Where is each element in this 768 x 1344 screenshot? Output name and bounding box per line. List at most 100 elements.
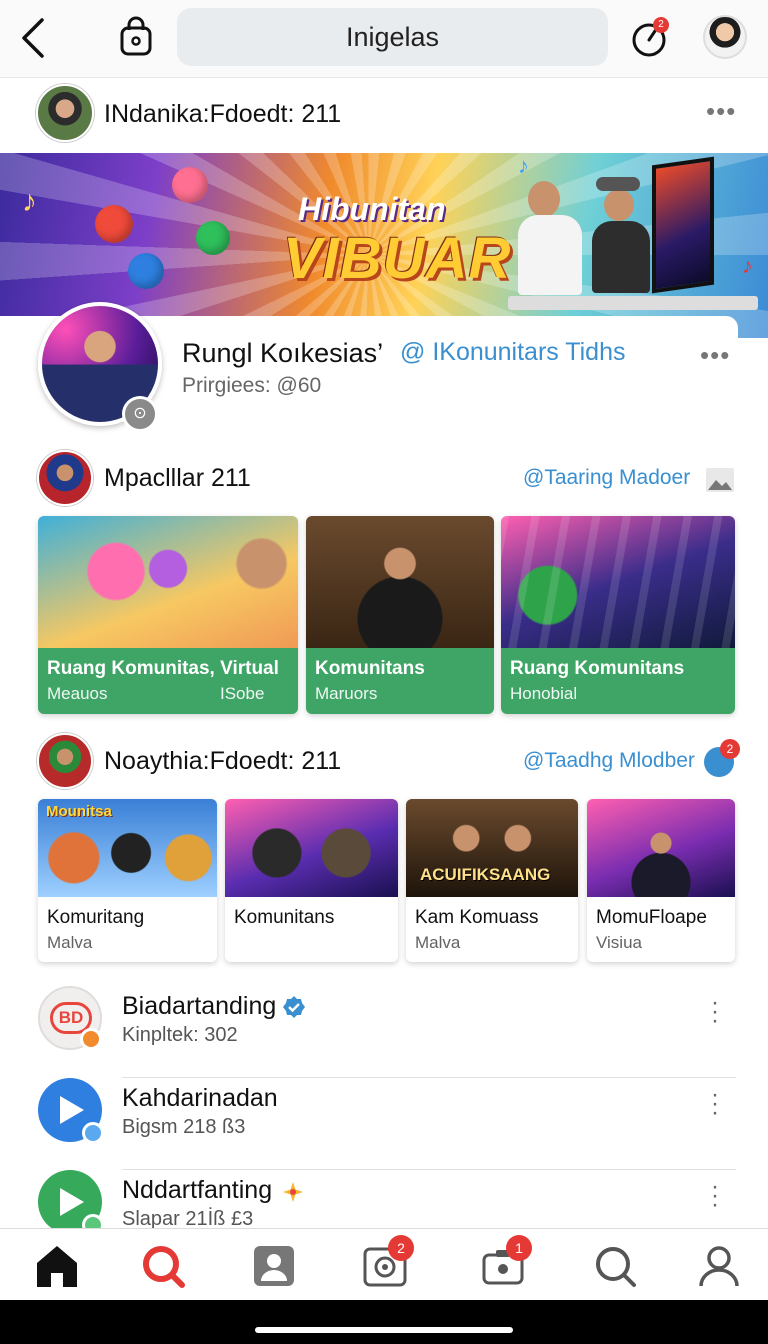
desk-image [508, 296, 758, 310]
card-thumbnail-image [587, 799, 735, 897]
section-tag[interactable]: @Taadhg Mlodber [523, 749, 695, 773]
card-caption: Ruang Komunitas, Virtual Meauos ISobe [38, 648, 298, 714]
list-item-subtitle: Kinpltek: 302 [122, 1024, 238, 1046]
card-caption: Ruang Komunitans Honobial [501, 648, 735, 714]
community-more-icon[interactable]: ••• [700, 340, 730, 371]
community-title: Rungl Koıkesias’ [182, 338, 384, 368]
list-item-subtitle: Bigsm 218 ß3 [122, 1116, 246, 1138]
search-bar[interactable]: Inigelas [177, 8, 608, 66]
home-indicator[interactable] [255, 1327, 513, 1333]
activity-timer-icon[interactable]: 2 [630, 16, 670, 60]
music-note-icon: ♪ [22, 185, 37, 218]
community-card-item[interactable]: MomuFloape Visiua [587, 799, 735, 962]
settings-icon[interactable]: 2 [360, 1235, 414, 1291]
card-title: Kam Komuass [415, 907, 539, 928]
banner-title-line2: VIBUAR [283, 226, 512, 291]
post-more-icon[interactable]: ••• [706, 96, 736, 127]
card-thumbnail-image: Mounitsa [38, 799, 217, 897]
kebab-menu-icon[interactable]: · · · [708, 991, 722, 1033]
community-card-item[interactable]: ACUIFIKSAANG Kam Komuass Malva [406, 799, 578, 962]
card-subtitle: Malva [47, 933, 93, 952]
profile-avatar[interactable] [703, 15, 747, 59]
card-title: MomuFloape [596, 907, 707, 928]
section-avatar[interactable] [37, 733, 93, 789]
card-title: Komunitans [315, 658, 425, 679]
card-caption: Komunitans Maruors [306, 648, 494, 714]
timer-badge: 2 [653, 17, 669, 33]
card-caption: MomuFloape Visiua [587, 897, 735, 962]
list-item[interactable]: Kahdarinadan Bigsm 218 ß3 · · · [0, 1078, 768, 1170]
community-card-item[interactable]: Ruang Komunitas, Virtual Meauos ISobe [38, 516, 298, 714]
poster-title: ACUIFIKSAANG [420, 865, 551, 884]
tv-screen-image [652, 156, 714, 294]
image-gallery-icon[interactable] [704, 466, 736, 494]
play-icon [38, 1078, 104, 1144]
community-card: ⊙ Rungl Koıkesias’ @ IKonunitars Tidhs P… [0, 302, 738, 434]
search-bar-text: Inigelas [345, 21, 440, 52]
card-title: Ruang Komunitans [510, 658, 685, 679]
section-tag[interactable]: @Taaring Madoer [523, 466, 690, 490]
bd-logo-icon: BD [38, 986, 102, 1050]
search-icon[interactable] [138, 1241, 188, 1291]
profile-card-icon[interactable] [249, 1241, 299, 1291]
card-thumbnail-image [306, 516, 494, 648]
bottom-nav: 2 1 [0, 1228, 768, 1300]
card-title: Ruang Komunitas, Virtual [47, 658, 279, 679]
discover-icon[interactable] [590, 1241, 640, 1291]
section-header-2: Noaythia:Fdoedt: 211 @Taadhg Mlodber 2 [0, 733, 768, 793]
card-caption: Komuritang Malva [38, 897, 217, 962]
message-bubble-icon [128, 253, 164, 289]
play-icon [38, 1170, 104, 1236]
section-header-1: Mpaclllar 211 @Taaring Madoer [0, 450, 768, 510]
chat-badge: 2 [720, 739, 740, 759]
chat-bubble-icon [196, 221, 230, 255]
post-author-name[interactable]: INdanika:Fdoedt: 211 [104, 100, 341, 129]
community-handle[interactable]: @ IKonunitars Tidhs [400, 338, 626, 367]
card-subtitle: Meauos [47, 684, 108, 703]
music-note-icon: ♪ [518, 153, 529, 178]
settings-badge: 2 [388, 1235, 414, 1261]
card-subtitle-2: ISobe [220, 684, 265, 703]
section-name[interactable]: Mpaclllar 211 [104, 464, 251, 493]
community-card-item[interactable]: Mounitsa Komuritang Malva [38, 799, 217, 962]
card-thumbnail-image [501, 516, 735, 648]
section-avatar[interactable] [37, 450, 93, 506]
list-item-name: Kahdarinadan [122, 1084, 278, 1112]
card-thumbnail-image [38, 516, 298, 648]
post-author-avatar[interactable] [36, 84, 94, 142]
chat-icon[interactable]: 2 [704, 739, 740, 777]
card-subtitle: Visiua [596, 933, 642, 952]
community-card-item[interactable]: Ruang Komunitans Honobial [501, 516, 735, 714]
card-thumbnail-image [225, 799, 398, 897]
kebab-menu-icon[interactable]: · · · [708, 1175, 722, 1217]
list-item[interactable]: BD Biadartanding Kinpltek: 302 · · · [0, 986, 768, 1078]
kebab-menu-icon[interactable]: · · · [708, 1083, 722, 1125]
post-header: INdanika:Fdoedt: 211 ••• [0, 84, 768, 148]
card-subtitle: Malva [415, 933, 461, 952]
back-arrow-icon[interactable] [14, 16, 54, 60]
card-title: Komunitans [234, 907, 335, 928]
camera-edit-icon[interactable]: ⊙ [122, 396, 158, 432]
camera-badge: 1 [506, 1235, 532, 1261]
poster-title: Mounitsa [46, 803, 112, 820]
card-subtitle: Honobial [510, 684, 578, 703]
community-card-item[interactable]: Komunitans Maruors [306, 516, 494, 714]
card-title: Komuritang [47, 907, 145, 928]
top-bar: Inigelas 2 [0, 0, 768, 78]
card-caption: Komunitans [225, 897, 398, 962]
section-name[interactable]: Noaythia:Fdoedt: 211 [104, 747, 341, 776]
shopping-bag-icon[interactable] [116, 16, 156, 60]
verified-badge-icon [283, 996, 305, 1018]
camera-icon[interactable]: 1 [478, 1235, 532, 1291]
music-note-icon: ♪ [742, 253, 753, 278]
account-icon[interactable] [694, 1241, 744, 1291]
home-icon[interactable] [32, 1241, 82, 1291]
community-members: Prirgiees: @60 [182, 374, 322, 397]
card-subtitle: Maruors [315, 684, 378, 703]
banner-title-line1: Hibunitan [298, 191, 446, 227]
community-card-item[interactable]: Komunitans [225, 799, 398, 962]
emoji-bubble-icon [172, 167, 208, 203]
system-home-bar [0, 1300, 768, 1344]
app-bubble-icon [95, 205, 133, 243]
card-thumbnail-image: ACUIFIKSAANG [406, 799, 578, 897]
